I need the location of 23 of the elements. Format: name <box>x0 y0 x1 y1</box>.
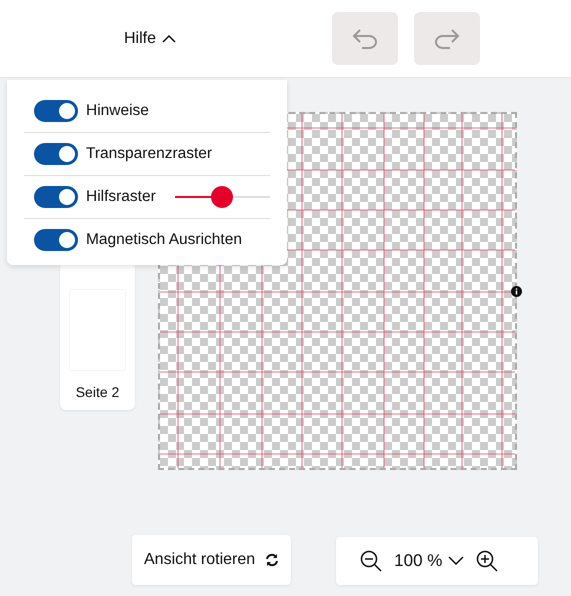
rotate-icon <box>265 553 280 567</box>
toggle-switch[interactable] <box>34 143 78 165</box>
rotate-view-button[interactable]: Ansicht rotieren <box>132 535 292 585</box>
toggle-label: Hinweise <box>86 102 149 120</box>
undo-icon <box>352 28 378 50</box>
help-menu-button[interactable]: Hilfe <box>118 26 182 52</box>
redo-icon <box>434 28 460 50</box>
zoom-out-button[interactable] <box>360 550 382 572</box>
toggle-switch[interactable] <box>34 229 78 251</box>
toggle-label: Hilfsraster <box>86 188 156 206</box>
page-thumbnail-card[interactable]: Seite 2 <box>60 262 135 410</box>
chevron-down-icon <box>448 556 464 566</box>
zoom-out-icon <box>360 550 382 572</box>
toggle-switch[interactable] <box>34 100 78 122</box>
toggle-switch[interactable] <box>34 186 78 208</box>
zoom-in-icon <box>476 550 498 572</box>
toggle-label: Magnetisch Ausrichten <box>86 231 242 249</box>
slider-thumb[interactable] <box>211 186 234 208</box>
zoom-level-dropdown[interactable]: 100 % <box>390 551 468 571</box>
toggle-label: Transparenzraster <box>86 145 212 163</box>
zoom-in-button[interactable] <box>476 550 498 572</box>
chevron-icon <box>162 34 176 43</box>
page-label: Seite 2 <box>76 384 120 400</box>
